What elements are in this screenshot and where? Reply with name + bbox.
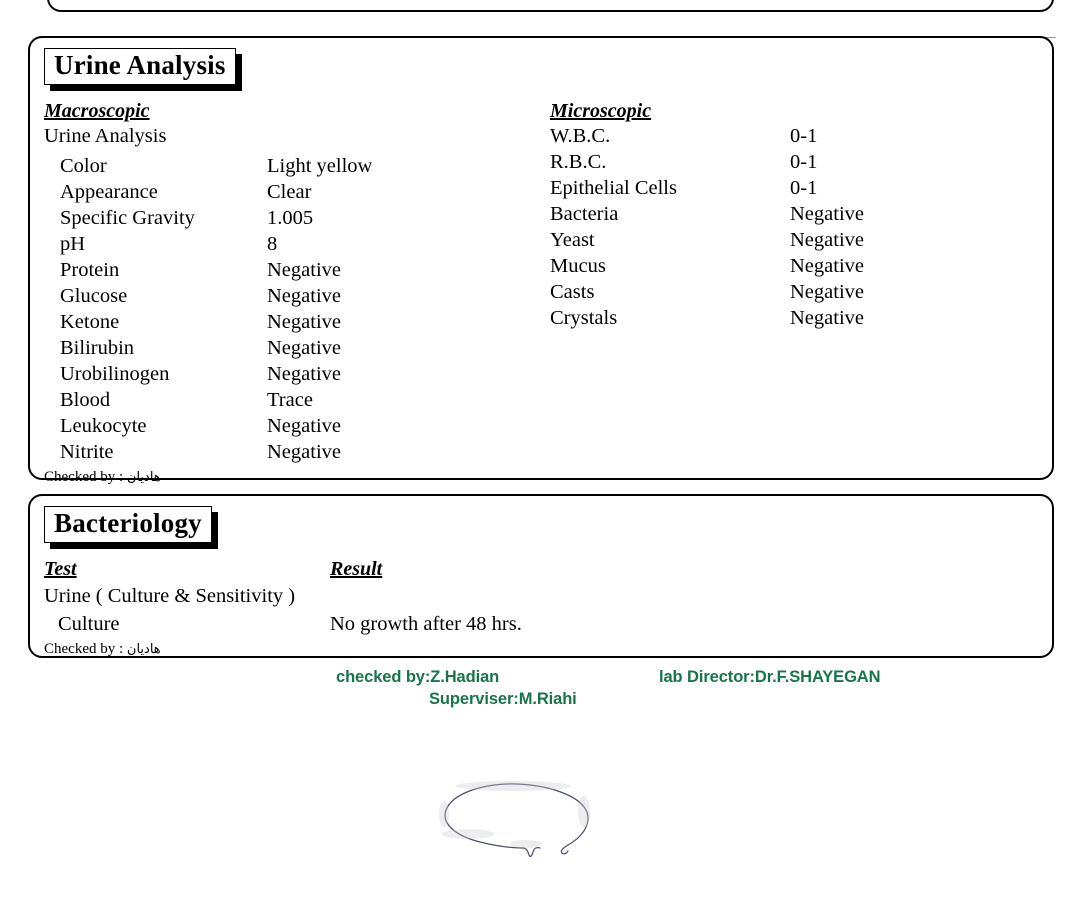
previous-section-card-fragment [47,0,1054,12]
row-label: Leukocyte [60,415,147,437]
row-value: Negative [267,285,341,307]
urine-analysis-title-plaque: Urine Analysis [44,48,242,92]
row-value: Negative [790,307,864,329]
row-label: Nitrite [60,441,114,463]
macroscopic-heading: Macroscopic [44,100,150,122]
checked-by-line: Checked by : هادیان [44,470,161,485]
row-label: W.B.C. [550,125,611,147]
row-value: Clear [267,181,312,203]
row-value: Trace [267,389,313,411]
test-column-header: Test [44,558,77,580]
row-value: Negative [267,311,341,333]
urine-analysis-card: Urine Analysis Macroscopic Urine Analysi… [28,36,1054,485]
checked-by-name-farsi: هادیان [126,470,161,485]
row-value: 0-1 [790,125,818,147]
row-label: Appearance [60,181,158,203]
row-value: Negative [790,229,864,251]
row-label: Bilirubin [60,337,135,359]
row-value: Negative [267,363,341,385]
row-value: Negative [267,337,341,359]
row-value: Light yellow [267,155,373,177]
row-label: Crystals [550,307,618,329]
row-value: 0-1 [790,151,818,173]
row-label: Bacteria [550,203,619,225]
checked-by-line: Checked by : هادیان [44,642,161,657]
microscopic-heading: Microscopic [550,100,652,122]
bacteriology-title-plaque: Bacteriology [44,506,218,550]
row-label: Color [60,155,107,177]
row-value: 8 [267,233,278,255]
footer-superviser: Superviser:M.Riahi [429,690,577,708]
checked-by-prefix: Checked by : [44,641,127,657]
row-value: 1.005 [267,207,314,229]
row-value: Negative [790,281,864,303]
row-label: Epithelial Cells [550,177,677,199]
row-value: No growth after 48 hrs. [330,613,522,635]
handwritten-signature [439,781,590,858]
row-label: pH [60,233,86,255]
row-label: R.B.C. [550,151,607,173]
row-label: Mucus [550,255,606,277]
row-value: Negative [267,259,341,281]
checked-by-prefix: Checked by : [44,469,127,485]
row-label: Glucose [60,285,128,307]
footer-checked-by: checked by:Z.Hadian [336,668,500,686]
row-label: Yeast [550,229,595,251]
row-value: Negative [267,441,341,463]
result-column-header: Result [330,558,383,580]
bacteriology-card: Bacteriology Test Result Urine ( Culture… [28,494,1054,658]
section-title: Urine Analysis [44,48,236,86]
row-value: 0-1 [790,177,818,199]
bacteriology-group-name: Urine ( Culture & Sensitivity ) [44,585,296,607]
section-title: Bacteriology [44,506,212,544]
macroscopic-group-name: Urine Analysis [44,125,167,147]
checked-by-name-farsi: هادیان [126,642,161,657]
row-label: Urobilinogen [60,363,170,385]
row-label: Casts [550,281,595,303]
row-label: Ketone [60,311,120,333]
row-label: Protein [60,259,120,281]
row-label: Specific Gravity [60,207,195,229]
row-value: Negative [790,203,864,225]
row-value: Negative [267,415,341,437]
row-label: Culture [58,613,120,635]
footer-lab-director: lab Director:Dr.F.SHAYEGAN [659,668,881,686]
row-value: Negative [790,255,864,277]
row-label: Blood [60,389,111,411]
